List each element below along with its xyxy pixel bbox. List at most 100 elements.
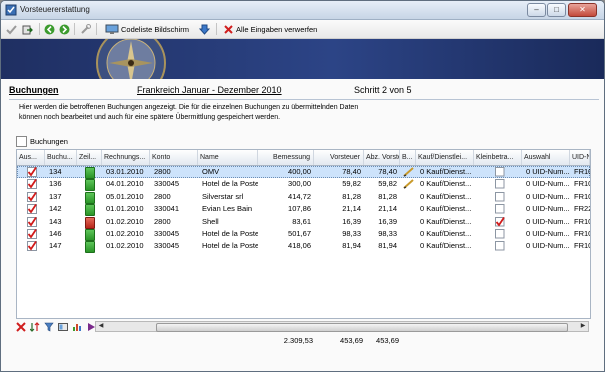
cell-buchung: 147 — [49, 241, 62, 251]
kleinbetrag-checkbox[interactable] — [495, 167, 505, 177]
column-header[interactable]: Auswahl — [522, 150, 570, 165]
content-area: Buchungen Frankreich Januar - Dezember 2… — [1, 79, 604, 371]
column-header[interactable]: Vorsteuer — [314, 150, 364, 165]
cell-konto: 2800 — [154, 216, 171, 226]
cell-vorsteuer: 98,33 — [342, 229, 361, 238]
selected-check-icon[interactable] — [27, 179, 37, 190]
toolbar-separator — [74, 23, 75, 35]
cell-konto: 330045 — [154, 241, 180, 251]
group-toggle[interactable]: Buchungen — [16, 136, 68, 147]
column-header[interactable]: Kauf/Dienstlei... — [416, 150, 474, 165]
selected-check-icon[interactable] — [27, 216, 37, 227]
horizontal-scrollbar[interactable]: ◀ ▶ — [95, 321, 589, 332]
cell-name: Evian Les Bain — [202, 204, 253, 214]
table-row[interactable]: 143 01.02.2010 2800 Shell 83,61 16,39 16,39 0 K… — [17, 216, 590, 229]
discard-button[interactable]: Alle Eingaben verwerfen — [223, 22, 317, 36]
codeliste-label: Codeliste Bildschirm — [121, 24, 189, 34]
cell-auswahl: 0 UID-Num... — [526, 179, 570, 189]
kleinbetrag-checkbox[interactable] — [495, 204, 505, 214]
back-button[interactable] — [44, 22, 55, 36]
green-document-icon[interactable] — [85, 241, 95, 254]
cell-bemessung: 83,61 — [292, 216, 311, 226]
tools-button[interactable] — [80, 22, 91, 36]
cell-bemessung: 107,86 — [288, 204, 311, 214]
column-header[interactable]: Buchu... — [45, 150, 77, 165]
delete-icon[interactable] — [16, 321, 26, 332]
selected-check-icon[interactable] — [27, 229, 37, 239]
table-row[interactable]: 146 01.02.2010 330045 Hotel de la Poste 501,… — [17, 228, 590, 241]
kleinbetrag-checkbox[interactable] — [495, 229, 505, 239]
cell-name: Hotel de la Poste — [202, 179, 258, 189]
column-header[interactable]: B... — [400, 150, 416, 165]
green-document-icon[interactable] — [85, 229, 95, 241]
cell-auswahl: 0 UID-Num... — [526, 191, 570, 201]
selected-check-icon[interactable] — [27, 191, 37, 202]
kleinbetrag-checkbox[interactable] — [495, 191, 505, 202]
red-x-icon — [224, 24, 233, 34]
description: Hier werden die betroffenen Buchungen an… — [19, 103, 589, 123]
total-bemessung: 2.309,53 — [283, 336, 313, 345]
cell-vorsteuer: 59,82 — [342, 179, 361, 189]
table-row[interactable]: 137 05.01.2010 2800 Silverstar srl 414,72 81,… — [17, 191, 590, 204]
cell-bemessung: 418,06 — [288, 241, 311, 251]
table-row[interactable]: 147 01.02.2010 330045 Hotel de la Poste 418,… — [17, 240, 590, 254]
cell-bemessung: 414,72 — [288, 191, 311, 201]
column-header[interactable]: Zeil... — [77, 150, 102, 165]
confirm-button[interactable] — [6, 22, 17, 36]
chart-icon[interactable] — [72, 322, 82, 332]
column-header[interactable]: Kleinbetra... — [474, 150, 522, 165]
page-header: Buchungen Frankreich Januar - Dezember 2… — [9, 85, 599, 100]
kleinbetrag-checkbox[interactable] — [495, 216, 505, 227]
cell-uid: FR10 — [574, 216, 590, 226]
maximize-button[interactable]: □ — [547, 3, 566, 17]
scroll-right-icon[interactable]: ▶ — [578, 322, 588, 331]
sort-icon[interactable] — [30, 321, 40, 332]
minimize-button[interactable]: – — [527, 3, 546, 17]
pen-icon[interactable] — [403, 179, 415, 190]
column-header[interactable]: Rechnungs... — [102, 150, 150, 165]
export-button[interactable] — [22, 22, 33, 36]
layout-icon[interactable] — [58, 322, 68, 332]
column-header[interactable]: Aus... — [17, 150, 45, 165]
green-document-icon[interactable] — [85, 191, 95, 204]
cell-abz: 98,33 — [378, 229, 397, 238]
column-header[interactable]: UID-N — [570, 150, 590, 165]
kleinbetrag-checkbox[interactable] — [495, 241, 505, 251]
column-header[interactable]: Name — [198, 150, 258, 165]
filter-icon[interactable] — [44, 322, 54, 332]
arrow-down-icon — [199, 24, 210, 35]
table-row[interactable]: 142 01.01.2010 330041 Evian Les Bain 107,86 2… — [17, 203, 590, 217]
group-checkbox-icon — [16, 136, 27, 147]
cell-auswahl: 0 UID-Num... — [526, 216, 570, 226]
scroll-left-icon[interactable]: ◀ — [96, 322, 106, 331]
cell-abz: 78,40 — [378, 167, 397, 176]
cell-konto: 330045 — [154, 229, 180, 238]
green-document-icon[interactable] — [85, 179, 95, 192]
monitor-icon — [105, 24, 119, 34]
download-button[interactable] — [199, 22, 210, 36]
scroll-thumb[interactable] — [156, 323, 568, 332]
cell-abz: 81,94 — [378, 241, 397, 251]
selected-check-icon[interactable] — [27, 204, 37, 215]
cell-buchung: 136 — [49, 179, 62, 189]
cell-kauf: 0 Kauf/Dienst... — [420, 204, 472, 214]
pen-icon[interactable] — [403, 167, 415, 177]
column-header[interactable]: Bemessung — [258, 150, 314, 165]
table-row[interactable]: 136 04.01.2010 330045 Hotel de la Poste 300,… — [17, 178, 590, 192]
compass-image — [96, 39, 166, 79]
column-header[interactable]: Abz. Vorste... — [364, 150, 400, 165]
cell-konto: 330045 — [154, 179, 180, 189]
green-document-icon[interactable] — [85, 167, 95, 179]
cell-kauf: 0 Kauf/Dienst... — [420, 216, 472, 226]
table-row[interactable]: 134 03.01.2010 2800 OMV 400,00 78,40 78,40 0 Ka… — [17, 166, 590, 179]
forward-button[interactable] — [59, 22, 70, 36]
red-document-icon[interactable] — [85, 216, 95, 229]
column-header[interactable]: Konto — [150, 150, 198, 165]
close-button[interactable]: ✕ — [568, 3, 597, 17]
kleinbetrag-checkbox[interactable] — [495, 179, 505, 189]
selected-check-icon[interactable] — [27, 167, 37, 177]
cell-uid: FR10 — [574, 167, 590, 176]
green-document-icon[interactable] — [85, 204, 95, 217]
selected-check-icon[interactable] — [27, 241, 37, 252]
codeliste-button[interactable]: Codeliste Bildschirm — [105, 22, 189, 36]
